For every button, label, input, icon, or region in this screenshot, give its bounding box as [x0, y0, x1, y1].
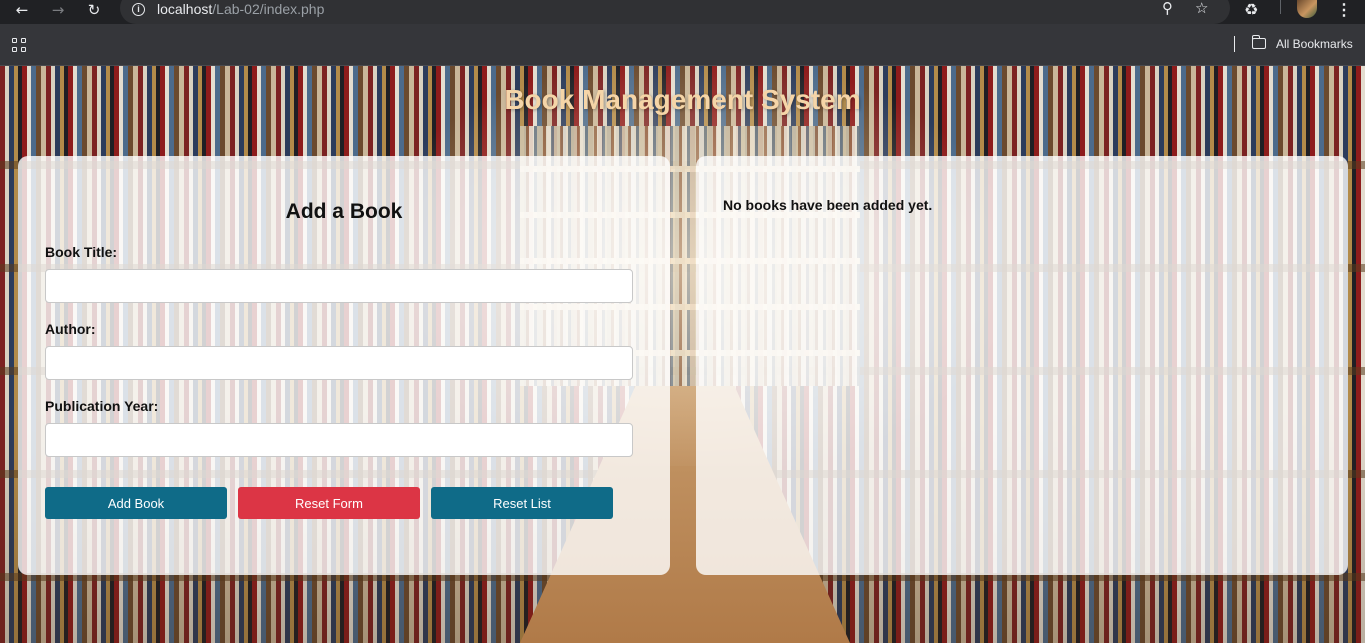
url-text[interactable]: localhost/Lab-02/index.php	[157, 1, 324, 17]
toolbar-divider	[1280, 0, 1281, 14]
url-path: /Lab-02/index.php	[212, 1, 325, 17]
author-input[interactable]	[45, 346, 633, 380]
zoom-icon[interactable]: ⚲	[1162, 0, 1173, 17]
browser-toolbar: ← → ↻ i localhost/Lab-02/index.php ⚲ ☆ ♻…	[0, 0, 1365, 24]
publication-year-input[interactable]	[45, 423, 633, 457]
bookmarks-divider	[1234, 36, 1235, 52]
site-info-icon[interactable]: i	[132, 3, 145, 16]
empty-list-message: No books have been added yet.	[723, 197, 933, 213]
url-host: localhost	[157, 1, 213, 17]
reset-list-button[interactable]: Reset List	[431, 487, 613, 519]
extensions-icon[interactable]: ♻	[1244, 0, 1258, 19]
book-list-panel: No books have been added yet.	[696, 156, 1348, 575]
star-icon[interactable]: ☆	[1195, 0, 1208, 17]
book-title-label: Book Title:	[45, 244, 118, 260]
avatar[interactable]	[1297, 0, 1317, 18]
author-label: Author:	[45, 321, 96, 337]
apps-grid-icon[interactable]	[12, 38, 27, 53]
folder-icon[interactable]	[1251, 35, 1266, 49]
page-title: Book Management System	[504, 84, 861, 115]
all-bookmarks-link[interactable]: All Bookmarks	[1276, 37, 1353, 51]
add-book-panel: Add a Book Book Title: Author: Publicati…	[18, 156, 670, 575]
page-body: Book Management System Add a Book Book T…	[0, 66, 1365, 643]
reload-icon[interactable]: ↻	[82, 0, 106, 20]
add-book-button[interactable]: Add Book	[45, 487, 227, 519]
back-arrow-icon[interactable]: ←	[10, 0, 34, 20]
form-heading: Add a Book	[285, 200, 403, 223]
reset-form-button[interactable]: Reset Form	[238, 487, 420, 519]
book-title-input[interactable]	[45, 269, 633, 303]
forward-arrow-icon[interactable]: →	[46, 0, 70, 20]
address-bar[interactable]: i localhost/Lab-02/index.php ⚲ ☆	[120, 0, 1230, 24]
publication-year-label: Publication Year:	[45, 398, 159, 414]
kebab-menu-icon[interactable]: ⋮	[1336, 0, 1352, 20]
bookmarks-bar: All Bookmarks	[0, 24, 1365, 66]
